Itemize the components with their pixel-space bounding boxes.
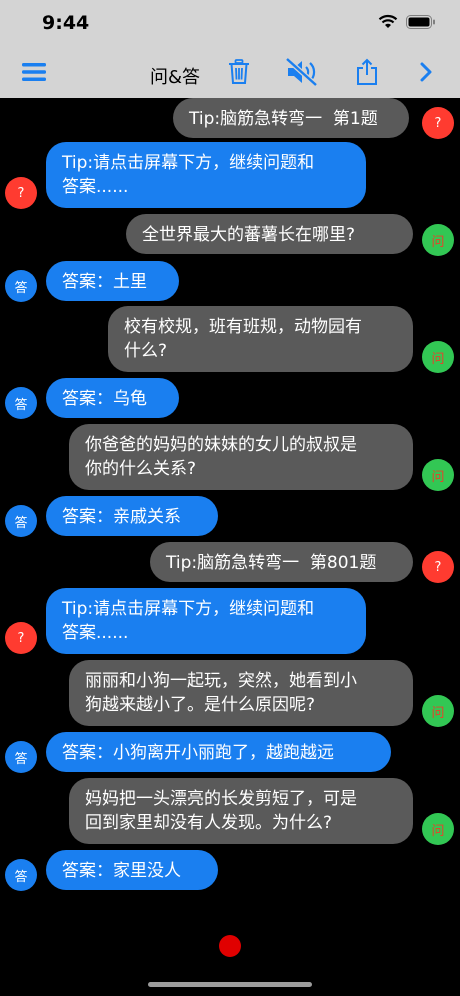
speaker-muted-icon: [285, 57, 318, 87]
message-list[interactable]: Tip:脑筋急转弯一 第1题 ? ? Tip:请点击屏幕下方，继续问题和 答案.…: [0, 98, 460, 938]
tip-avatar: ?: [422, 551, 454, 583]
page-title: 问&答: [150, 67, 201, 88]
system-icons: [378, 14, 436, 29]
answer-avatar: 答: [5, 270, 37, 302]
trash-icon: [229, 59, 249, 84]
tip-bubble: Tip:脑筋急转弯一 第801题: [150, 542, 413, 582]
mute-button[interactable]: [284, 54, 320, 90]
answer-avatar: 答: [5, 859, 37, 891]
answer-avatar: 答: [5, 741, 37, 773]
question-avatar: 问: [422, 341, 454, 373]
answer-bubble: 答案：家里没人: [46, 850, 218, 890]
record-button[interactable]: [219, 935, 241, 957]
answer-avatar: 答: [5, 387, 37, 419]
wifi-icon: [378, 14, 398, 28]
home-indicator[interactable]: [148, 982, 312, 987]
share-button[interactable]: [349, 54, 385, 90]
question-bubble: 你爸爸的妈妈的妹妹的女儿的叔叔是 你的什么关系?: [69, 424, 413, 490]
next-button[interactable]: [408, 54, 444, 90]
question-bubble: 全世界最大的蕃薯长在哪里?: [126, 214, 413, 254]
answer-bubble: 答案：小狗离开小丽跑了，越跑越远: [46, 732, 391, 772]
status-time: 9:44: [42, 12, 90, 34]
answer-bubble: 答案：亲戚关系: [46, 496, 218, 536]
tip-answer-bubble: Tip:请点击屏幕下方，继续问题和 答案......: [46, 142, 366, 208]
nav-bar: 问&答: [0, 46, 460, 98]
status-bar: 9:44: [0, 0, 460, 46]
question-avatar: 问: [422, 224, 454, 256]
tip-bubble: Tip:脑筋急转弯一 第1题: [173, 98, 409, 138]
answer-avatar: 答: [5, 505, 37, 537]
question-bubble: 妈妈把一头漂亮的长发剪短了，可是 回到家里却没有人发现。为什么?: [69, 778, 413, 844]
tip-avatar: ?: [422, 107, 454, 139]
hamburger-menu-icon: [22, 63, 46, 81]
tip-answer-bubble: Tip:请点击屏幕下方，继续问题和 答案......: [46, 588, 366, 654]
question-avatar: 问: [422, 695, 454, 727]
question-bubble: 校有校规，班有班规，动物园有 什么?: [108, 306, 413, 372]
tip-avatar: ?: [5, 177, 37, 209]
chevron-right-icon: [420, 62, 432, 82]
answer-bubble: 答案：土里: [46, 261, 179, 301]
delete-button[interactable]: [221, 54, 257, 90]
battery-icon: [406, 14, 435, 29]
question-avatar: 问: [422, 459, 454, 491]
tip-avatar: ?: [5, 622, 37, 654]
answer-bubble: 答案：乌龟: [46, 378, 179, 418]
question-bubble: 丽丽和小狗一起玩，突然，她看到小 狗越来越小了。是什么原因呢?: [69, 660, 413, 726]
question-avatar: 问: [422, 813, 454, 845]
share-icon: [357, 58, 377, 85]
menu-button[interactable]: [16, 54, 52, 90]
